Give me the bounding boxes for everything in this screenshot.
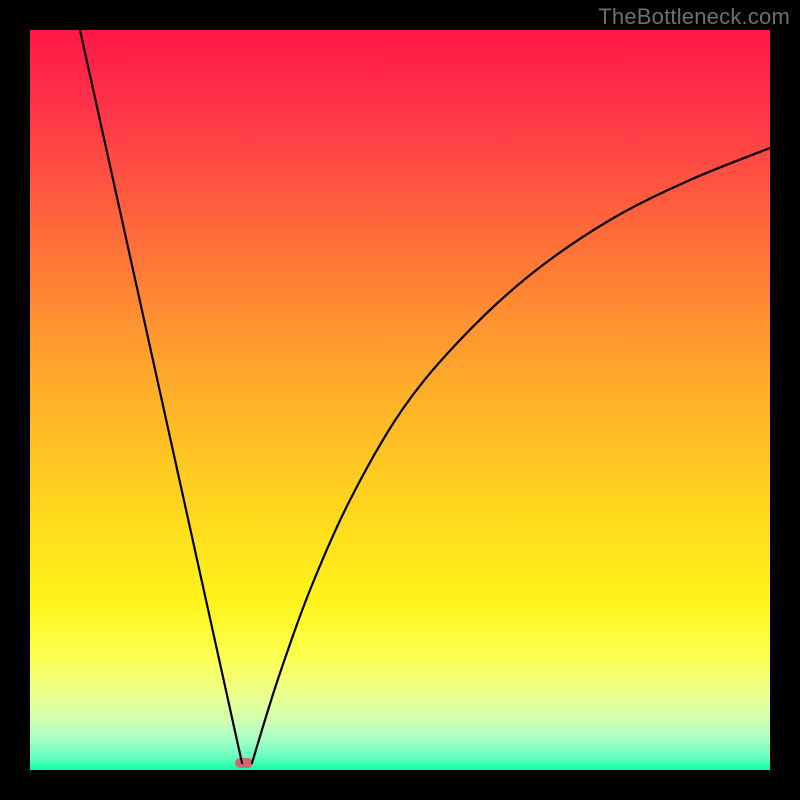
chart-frame: TheBottleneck.com: [0, 0, 800, 800]
curve-svg: [30, 30, 770, 770]
curve-left-branch: [80, 30, 242, 763]
plot-area: [30, 30, 770, 770]
watermark-text: TheBottleneck.com: [598, 4, 790, 30]
curve-right-branch: [252, 148, 770, 763]
